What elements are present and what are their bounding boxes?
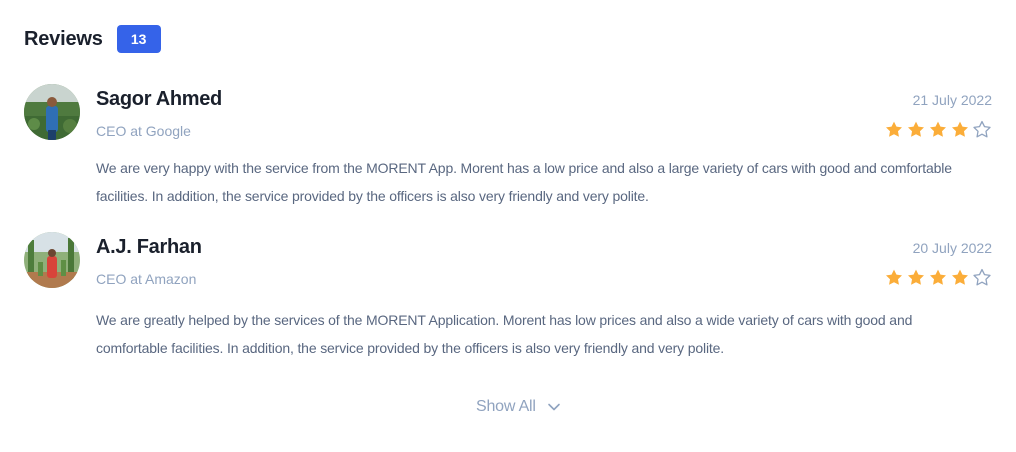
reviewer-role: CEO at Amazon [96, 271, 197, 287]
reviews-card: Reviews 13 Sagor Ahmed CEO at Google 21 … [0, 0, 1016, 452]
rating-stars [884, 120, 992, 140]
star-filled-icon [908, 269, 924, 285]
star-filled-icon [886, 269, 902, 285]
chevron-down-icon [547, 403, 560, 411]
reviewer-role: CEO at Google [96, 123, 191, 139]
reviewer-avatar[interactable] [24, 232, 80, 288]
star-filled-icon [908, 121, 924, 137]
review-text: We are very happy with the service from … [96, 160, 952, 204]
star-empty-icon [973, 268, 991, 286]
star-empty-icon [973, 120, 991, 138]
star-filled-icon [930, 269, 946, 285]
star-filled-icon [952, 121, 968, 137]
reviews-count-badge: 13 [116, 25, 161, 53]
reviewer-name: A.J. Farhan [96, 236, 202, 258]
reviewer-name: Sagor Ahmed [96, 88, 222, 110]
reviews-header: Reviews 13 [24, 24, 161, 54]
review-date: 21 July 2022 [912, 92, 992, 108]
star-filled-icon [952, 269, 968, 285]
rating-stars [884, 268, 992, 288]
reviews-title: Reviews [24, 27, 103, 50]
review-text: We are greatly helped by the services of… [96, 312, 913, 356]
review-date: 20 July 2022 [912, 240, 992, 256]
reviewer-avatar[interactable] [24, 84, 80, 140]
avatar-photo-icon [24, 232, 80, 288]
show-all-button[interactable]: Show All [476, 394, 562, 420]
star-filled-icon [886, 121, 902, 137]
show-all-label: Show All [476, 398, 536, 415]
avatar-photo-icon [24, 84, 80, 140]
star-filled-icon [930, 121, 946, 137]
